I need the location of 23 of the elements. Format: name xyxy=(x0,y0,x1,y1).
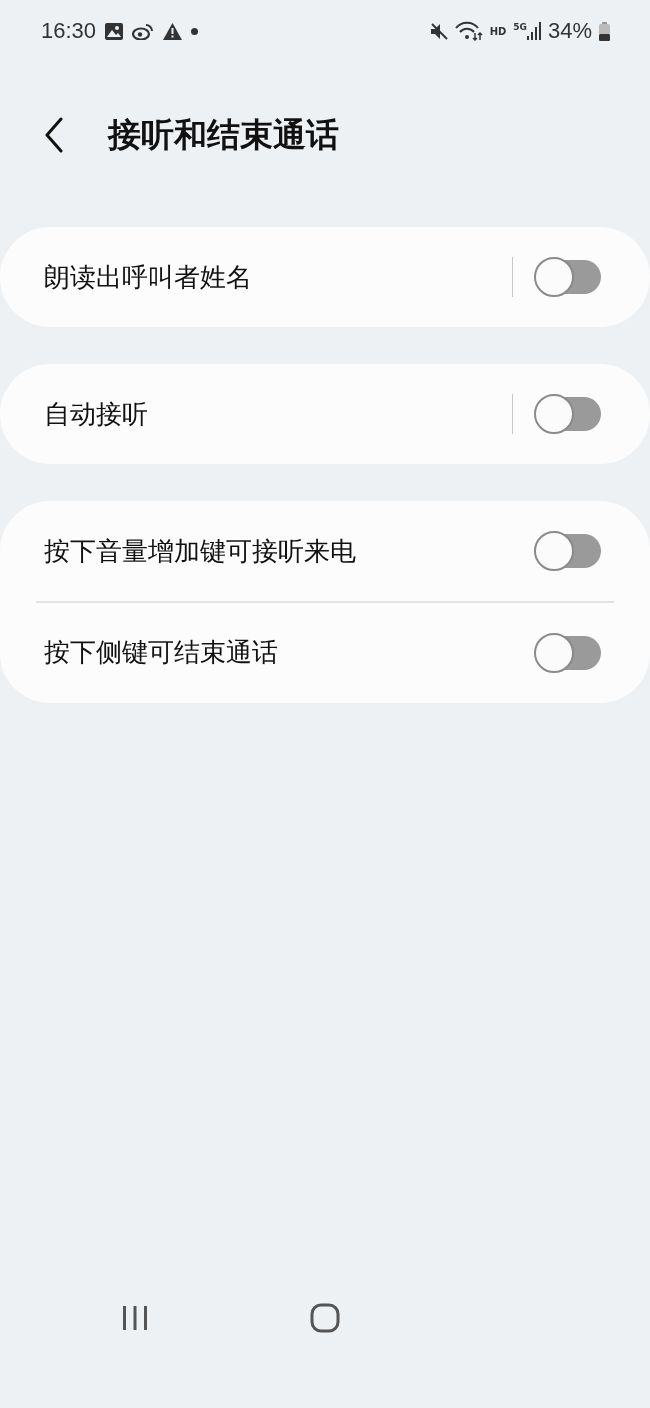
wifi-icon xyxy=(454,21,483,41)
dot-icon xyxy=(191,27,199,35)
battery-percent: 34% xyxy=(547,18,592,44)
swirl-icon xyxy=(132,22,155,40)
toggle-switch[interactable] xyxy=(535,534,601,568)
network-label: HD xyxy=(489,25,507,37)
toggle-switch[interactable] xyxy=(535,260,601,294)
toggle-switch[interactable] xyxy=(535,635,601,670)
warning-icon xyxy=(163,22,183,40)
cellular-label: 5G xyxy=(513,22,527,32)
home-icon[interactable] xyxy=(310,1303,340,1333)
image-icon xyxy=(105,22,124,40)
setting-label[interactable]: 朗读出呼叫者姓名 xyxy=(44,259,512,295)
battery-icon xyxy=(599,21,610,41)
page-title: 接听和结束通话 xyxy=(108,113,339,156)
signal-icon xyxy=(526,22,541,40)
setting-label[interactable]: 按下音量增加键可接听来电 xyxy=(44,533,535,569)
setting-label[interactable]: 按下侧键可结束通话 xyxy=(44,635,535,670)
setting-label[interactable]: 自动接听 xyxy=(44,396,512,432)
recent-apps-icon[interactable] xyxy=(120,1305,149,1331)
status-time: 16:30 xyxy=(41,18,97,44)
mute-icon xyxy=(429,22,448,40)
toggle-switch[interactable] xyxy=(535,397,601,431)
